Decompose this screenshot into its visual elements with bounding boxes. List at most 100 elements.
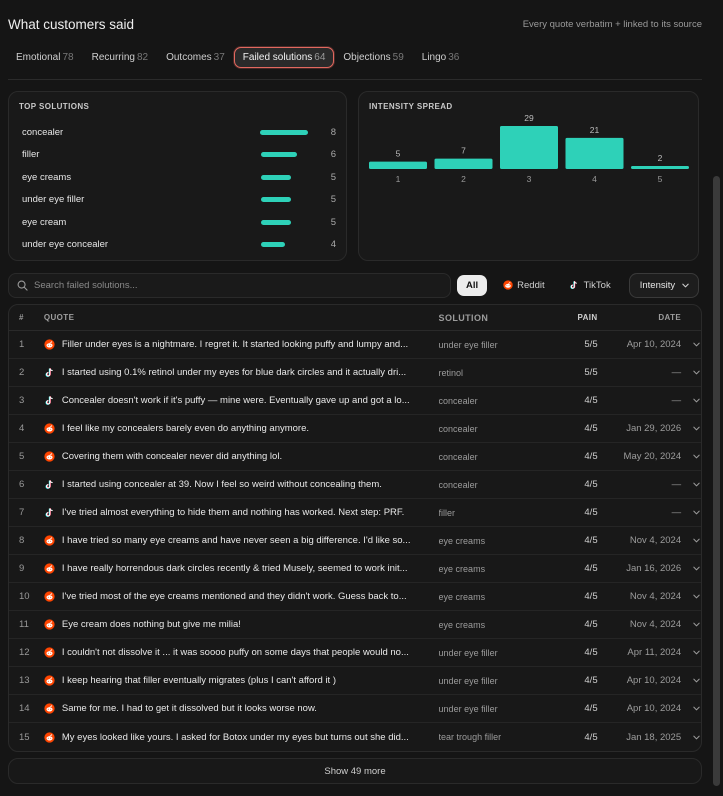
solution-cell: concealer <box>438 395 478 406</box>
quote-text[interactable]: I feel like my concealers barely even do… <box>62 423 309 434</box>
reddit-icon <box>44 451 55 462</box>
quote-text[interactable]: Covering them with concealer never did a… <box>62 451 282 462</box>
table-row[interactable]: 3 Concealer doesn't work if it's puffy — … <box>9 387 701 415</box>
pain-cell: 4/5 <box>584 703 598 714</box>
expand-row-button[interactable] <box>681 704 701 713</box>
table-row[interactable]: 12 I couldn't not dissolve it ... it was … <box>9 639 701 667</box>
solution-row[interactable]: eye cream 5 <box>19 211 336 234</box>
quote-text[interactable]: Concealer doesn't work if it's puffy — m… <box>62 395 410 406</box>
table-row[interactable]: 4 I feel like my concealers barely even d… <box>9 415 701 443</box>
expand-row-button[interactable] <box>681 452 701 461</box>
tab-recurring[interactable]: Recurring 82 <box>83 47 157 68</box>
table-row[interactable]: 15 My eyes looked like yours. I asked for… <box>9 723 701 751</box>
quote-text[interactable]: I started using 0.1% retinol under my ey… <box>62 367 406 378</box>
quote-text[interactable]: I started using concealer at 39. Now I f… <box>62 479 382 490</box>
expand-row-button[interactable] <box>681 396 701 405</box>
sort-dropdown[interactable]: Intensity <box>628 272 700 298</box>
tab-outcomes[interactable]: Outcomes 37 <box>157 47 234 68</box>
expand-row-button[interactable] <box>681 620 701 629</box>
quote-text[interactable]: I keep hearing that filler eventually mi… <box>62 675 336 686</box>
pain-cell: 4/5 <box>584 507 598 518</box>
quote-text[interactable]: I have tried so many eye creams and have… <box>62 535 411 546</box>
scrollbar-thumb[interactable] <box>713 176 720 786</box>
solution-cell: filler <box>438 507 456 518</box>
quote-text[interactable]: My eyes looked like yours. I asked for B… <box>62 732 409 743</box>
quote-text[interactable]: I have really horrendous dark circles re… <box>62 563 408 574</box>
tab-lingo[interactable]: Lingo 36 <box>413 47 469 68</box>
table-row[interactable]: 6 I started using concealer at 39. Now I … <box>9 471 701 499</box>
filter-chip-tiktok[interactable]: TikTok <box>560 275 620 296</box>
col-date-header[interactable]: DATE <box>598 313 682 322</box>
tab-label: Lingo <box>421 51 447 63</box>
solution-row[interactable]: under eye filler 5 <box>19 189 336 212</box>
solution-name: under eye concealer <box>22 239 109 251</box>
chip-label: Reddit <box>517 279 545 291</box>
tab-failed-solutions[interactable]: Failed solutions 64 <box>233 46 335 68</box>
solution-cell: under eye filler <box>438 675 498 686</box>
expand-row-button[interactable] <box>681 733 701 742</box>
tab-label: Emotional <box>16 51 61 63</box>
table-row[interactable]: 1 Filler under eyes is a nightmare. I reg… <box>9 331 701 359</box>
table-row[interactable]: 9 I have really horrendous dark circles r… <box>9 555 701 583</box>
expand-row-button[interactable] <box>681 592 701 601</box>
quote-text[interactable]: Same for me. I had to get it dissolved b… <box>62 703 317 714</box>
pain-cell: 4/5 <box>584 619 598 630</box>
expand-row-button[interactable] <box>681 536 701 545</box>
solution-row[interactable]: concealer 8 <box>19 121 336 144</box>
solution-cell: eye creams <box>438 535 486 546</box>
quote-cell: I have tried so many eye creams and have… <box>41 535 439 546</box>
filter-bar: All Reddit TikTok Intensity <box>8 272 702 298</box>
quote-text[interactable]: I couldn't not dissolve it ... it was so… <box>62 647 409 658</box>
tab-count: 78 <box>62 51 74 63</box>
solution-row[interactable]: under eye concealer 4 <box>19 234 336 257</box>
intensity-bar[interactable] <box>369 161 427 169</box>
tab-objections[interactable]: Objections 59 <box>334 47 412 68</box>
intensity-bar[interactable] <box>500 126 558 169</box>
quote-text[interactable]: I've tried most of the eye creams mentio… <box>62 591 407 602</box>
filter-chip-all[interactable]: All <box>457 274 488 296</box>
date-cell: Nov 4, 2024 <box>629 535 682 546</box>
intensity-bar[interactable] <box>631 166 689 169</box>
solution-row[interactable]: eye creams 5 <box>19 166 336 189</box>
search-input[interactable] <box>34 279 434 291</box>
quote-text[interactable]: I've tried almost everything to hide the… <box>62 507 404 518</box>
expand-row-button[interactable] <box>681 340 701 349</box>
solution-count: 4 <box>330 239 336 251</box>
solution-row[interactable]: filler 6 <box>19 144 336 167</box>
show-more-button[interactable]: Show 49 more <box>8 758 702 784</box>
date-cell: — <box>671 507 682 518</box>
date-cell: Nov 4, 2024 <box>629 619 682 630</box>
intensity-spread-chart: 5 1 7 2 29 3 21 4 2 5 <box>369 113 689 184</box>
expand-row-button[interactable] <box>681 564 701 573</box>
expand-row-button[interactable] <box>681 368 701 377</box>
quote-cell: Covering them with concealer never did a… <box>41 451 439 462</box>
reddit-icon <box>44 675 55 686</box>
expand-row-button[interactable] <box>681 480 701 489</box>
expand-row-button[interactable] <box>681 676 701 685</box>
col-pain-header[interactable]: PAIN <box>548 313 598 322</box>
expand-row-button[interactable] <box>681 648 701 657</box>
filter-chip-reddit[interactable]: Reddit <box>493 275 553 296</box>
table-row[interactable]: 14 Same for me. I had to get it dissolved… <box>9 695 701 723</box>
tab-emotional[interactable]: Emotional 78 <box>7 47 83 68</box>
tab-label: Objections <box>343 51 391 63</box>
table-row[interactable]: 2 I started using 0.1% retinol under my e… <box>9 359 701 387</box>
quote-text[interactable]: Eye cream does nothing but give me milia… <box>62 619 241 630</box>
reddit-icon <box>44 619 55 630</box>
table-row[interactable]: 7 I've tried almost everything to hide th… <box>9 499 701 527</box>
table-row[interactable]: 8 I have tried so many eye creams and hav… <box>9 527 701 555</box>
search-box[interactable] <box>8 272 451 298</box>
expand-row-button[interactable] <box>681 508 701 517</box>
expand-row-button[interactable] <box>681 424 701 433</box>
table-row[interactable]: 5 Covering them with concealer never did … <box>9 443 701 471</box>
table-row[interactable]: 13 I keep hearing that filler eventually … <box>9 667 701 695</box>
scrollbar[interactable] <box>710 0 723 796</box>
intensity-bar[interactable] <box>565 137 624 169</box>
table-row[interactable]: 10 I've tried most of the eye creams ment… <box>9 583 701 611</box>
table-row[interactable]: 11 Eye cream does nothing but give me mil… <box>9 611 701 639</box>
intensity-bar[interactable] <box>434 158 493 169</box>
solution-count: 5 <box>330 171 336 183</box>
solution-cell: retinol <box>438 367 464 378</box>
quote-text[interactable]: Filler under eyes is a nightmare. I regr… <box>62 339 408 350</box>
solution-bar <box>260 129 309 135</box>
